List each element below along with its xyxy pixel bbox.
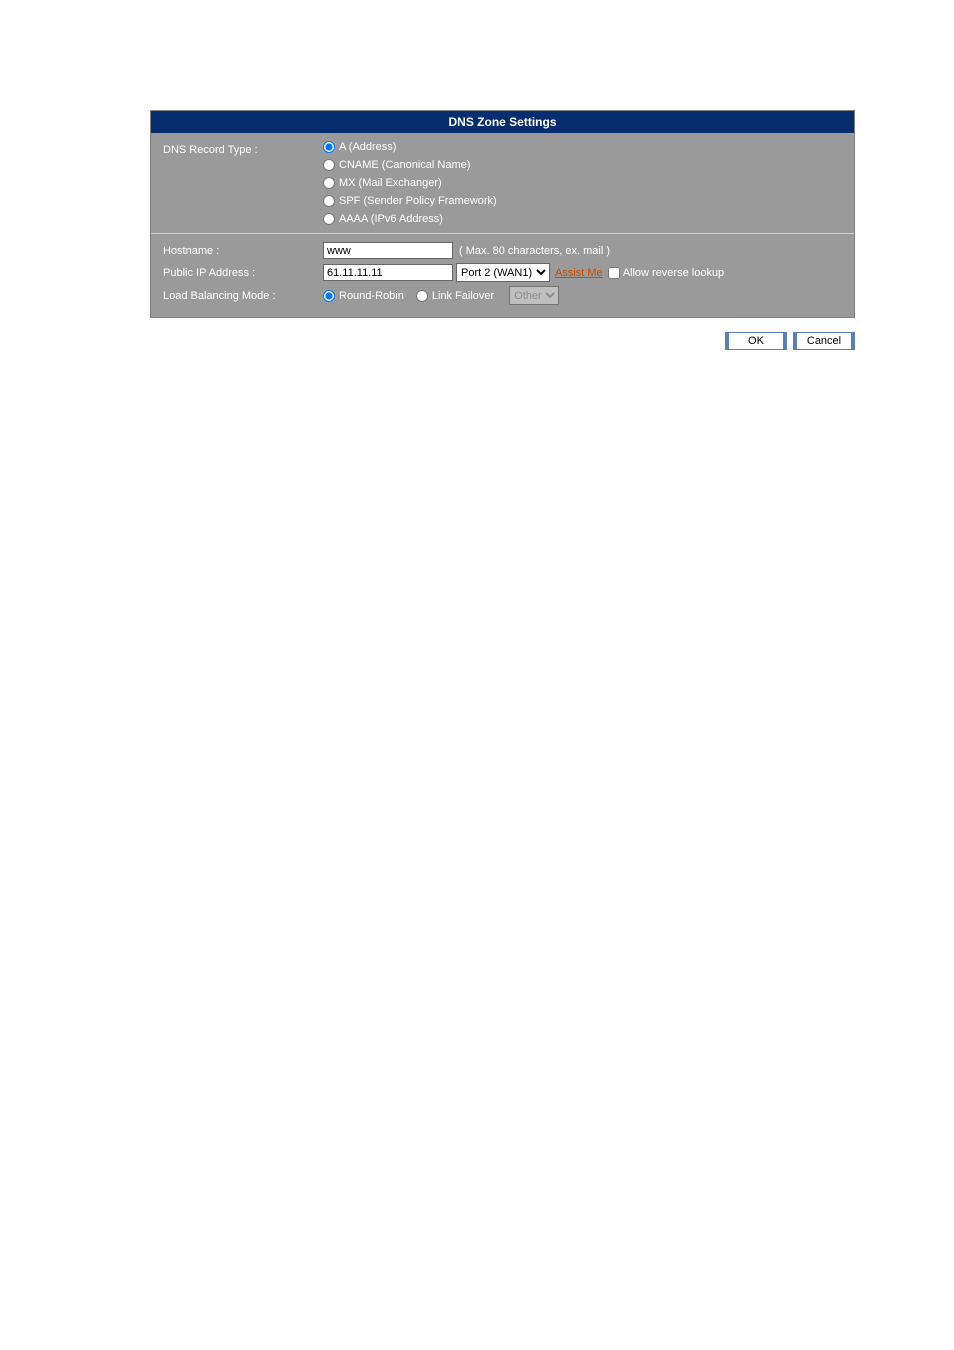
ok-button[interactable]: OK xyxy=(725,332,787,350)
reverse-lookup-wrap: Allow reverse lookup xyxy=(608,267,725,279)
radio-link-failover-label: Link Failover xyxy=(432,290,494,302)
radio-aaaa-label: AAAA (IPv6 Address) xyxy=(339,213,443,225)
radio-link-failover[interactable] xyxy=(416,290,428,302)
panel-body: DNS Record Type : A (Address) CNAME (Can… xyxy=(151,133,854,317)
panel-title: DNS Zone Settings xyxy=(448,115,556,129)
radio-aaaa[interactable] xyxy=(323,213,335,225)
lb-mode-label: Load Balancing Mode : xyxy=(163,290,323,302)
public-ip-row: Public IP Address : Port 2 (WAN1) Assist… xyxy=(163,263,842,282)
radio-mx[interactable] xyxy=(323,177,335,189)
radio-aaaa-row: AAAA (IPv6 Address) xyxy=(323,213,842,225)
radio-a-label: A (Address) xyxy=(339,141,396,153)
radio-cname-row: CNAME (Canonical Name) xyxy=(323,159,842,171)
dns-zone-settings-panel: DNS Zone Settings DNS Record Type : A (A… xyxy=(150,110,855,318)
radio-spf[interactable] xyxy=(323,195,335,207)
form-section: Hostname : ( Max. 80 characters, ex. mai… xyxy=(151,233,854,317)
lb-round-robin-wrap: Round-Robin xyxy=(323,290,404,302)
hostname-hint: ( Max. 80 characters, ex. mail ) xyxy=(459,245,610,257)
radio-spf-label: SPF (Sender Policy Framework) xyxy=(339,195,497,207)
reverse-lookup-label: Allow reverse lookup xyxy=(623,267,725,279)
radio-cname-label: CNAME (Canonical Name) xyxy=(339,159,470,171)
radio-round-robin-label: Round-Robin xyxy=(339,290,404,302)
panel-header: DNS Zone Settings xyxy=(151,111,854,133)
port-select[interactable]: Port 2 (WAN1) xyxy=(456,263,550,282)
reverse-lookup-checkbox[interactable] xyxy=(608,267,620,279)
record-type-controls: A (Address) CNAME (Canonical Name) MX (M… xyxy=(323,141,842,225)
record-type-label: DNS Record Type : xyxy=(163,141,323,225)
radio-spf-row: SPF (Sender Policy Framework) xyxy=(323,195,842,207)
radio-mx-label: MX (Mail Exchanger) xyxy=(339,177,442,189)
radio-a[interactable] xyxy=(323,141,335,153)
lb-other-select: Other xyxy=(509,286,559,305)
lb-mode-row: Load Balancing Mode : Round-Robin Link F… xyxy=(163,286,842,305)
radio-cname[interactable] xyxy=(323,159,335,171)
assist-me-link[interactable]: Assist Me xyxy=(555,267,603,279)
hostname-input[interactable] xyxy=(323,242,453,259)
record-type-section: DNS Record Type : A (Address) CNAME (Can… xyxy=(151,133,854,233)
hostname-row: Hostname : ( Max. 80 characters, ex. mai… xyxy=(163,242,842,259)
cancel-button[interactable]: Cancel xyxy=(793,332,855,350)
radio-round-robin[interactable] xyxy=(323,290,335,302)
public-ip-input[interactable] xyxy=(323,264,453,281)
lb-link-failover-wrap: Link Failover xyxy=(416,290,494,302)
radio-mx-row: MX (Mail Exchanger) xyxy=(323,177,842,189)
hostname-label: Hostname : xyxy=(163,245,323,257)
public-ip-label: Public IP Address : xyxy=(163,267,323,279)
button-row: OK Cancel xyxy=(150,332,855,350)
radio-a-row: A (Address) xyxy=(323,141,842,153)
